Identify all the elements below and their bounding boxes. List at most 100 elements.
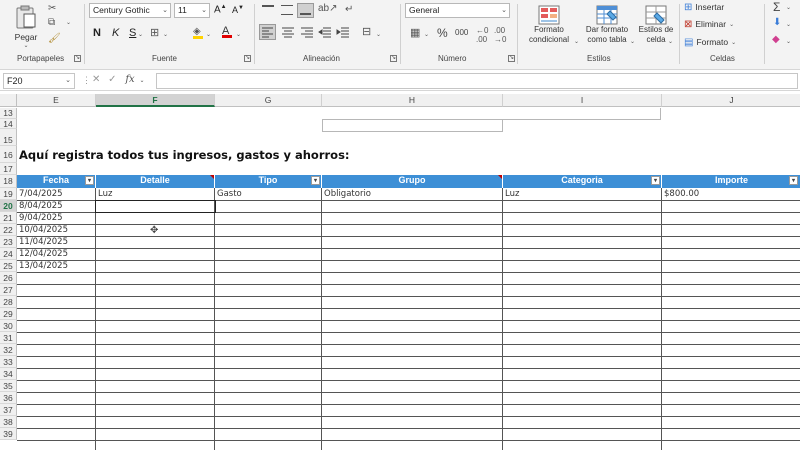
- align-right-icon[interactable]: [300, 25, 314, 39]
- chevron-down-icon[interactable]: ⌄: [138, 31, 143, 38]
- currency-icon[interactable]: ▦: [410, 26, 420, 39]
- clear-icon[interactable]: ◆: [772, 34, 780, 45]
- font-size-combo[interactable]: 11 ⌄: [174, 3, 210, 18]
- decrease-decimal-icon[interactable]: .00 →0: [494, 26, 506, 44]
- row-header[interactable]: 38: [0, 416, 17, 428]
- align-center-icon[interactable]: [281, 25, 295, 39]
- chevron-down-icon[interactable]: ⌄: [236, 31, 241, 38]
- cell-j19[interactable]: $800.00: [662, 188, 800, 200]
- wrap-text-icon[interactable]: ↵: [345, 4, 353, 15]
- copy-icon[interactable]: ⧉: [48, 17, 55, 28]
- table-header-categoria[interactable]: Categoria ▾: [503, 175, 662, 188]
- selected-cell-f20[interactable]: [95, 200, 216, 213]
- cell-g19[interactable]: Gasto: [215, 188, 321, 200]
- cut-icon[interactable]: ✂: [48, 3, 56, 14]
- increase-indent-icon[interactable]: [336, 25, 350, 39]
- filter-dropdown-icon[interactable]: ▾: [651, 176, 660, 185]
- increase-decimal-icon[interactable]: ←0.00: [476, 26, 488, 44]
- cell-f19[interactable]: Luz: [96, 188, 214, 200]
- row-header[interactable]: 21: [0, 212, 17, 224]
- chevron-down-icon[interactable]: ⌄: [786, 38, 791, 45]
- cell-e25[interactable]: 13/04/2025: [17, 260, 95, 272]
- row-header[interactable]: 26: [0, 272, 17, 284]
- align-middle-icon[interactable]: [281, 5, 293, 15]
- enter-icon[interactable]: ✓: [108, 74, 116, 85]
- column-header-e[interactable]: E: [17, 94, 96, 107]
- font-name-combo[interactable]: Century Gothic ⌄: [89, 3, 171, 18]
- fill-icon[interactable]: ⬇: [773, 17, 781, 28]
- cell-e23[interactable]: 11/04/2025: [17, 236, 95, 248]
- table-header-importe[interactable]: Importe ▾: [662, 175, 800, 188]
- chevron-down-icon[interactable]: ⌄: [139, 78, 144, 84]
- row-header[interactable]: 34: [0, 368, 17, 380]
- row-header[interactable]: 20: [0, 200, 17, 212]
- row-header[interactable]: 39: [0, 428, 17, 440]
- chevron-down-icon[interactable]: ⌄: [786, 21, 791, 28]
- chevron-down-icon[interactable]: ⌄: [163, 31, 168, 38]
- chevron-down-icon[interactable]: ⌄: [786, 4, 791, 11]
- filter-dropdown-icon[interactable]: ▾: [311, 176, 320, 185]
- formula-input[interactable]: [156, 73, 798, 89]
- table-header-grupo[interactable]: Grupo: [322, 175, 503, 188]
- chevron-down-icon[interactable]: ⌄: [376, 31, 381, 38]
- cell-h19[interactable]: Obligatorio: [322, 188, 502, 200]
- thousands-separator-button[interactable]: 000: [455, 28, 468, 37]
- format-as-table-button[interactable]: Dar formato como tabla: [578, 0, 636, 50]
- row-header[interactable]: 28: [0, 296, 17, 308]
- font-color-icon[interactable]: A: [222, 25, 232, 38]
- column-header-h[interactable]: H: [322, 94, 503, 107]
- clipboard-launcher-icon[interactable]: ↘: [74, 55, 81, 62]
- autosum-icon[interactable]: Σ: [773, 0, 780, 14]
- align-bottom-icon[interactable]: [297, 3, 314, 18]
- table-header-detalle[interactable]: Detalle: [96, 175, 215, 188]
- row-header[interactable]: 30: [0, 320, 17, 332]
- cell-e20[interactable]: 8/04/2025: [17, 200, 95, 212]
- cell-e24[interactable]: 12/04/2025: [17, 248, 95, 260]
- italic-button[interactable]: K: [112, 27, 119, 39]
- row-header[interactable]: 15: [0, 129, 17, 146]
- name-box[interactable]: F20 ⌄: [3, 73, 75, 89]
- column-header-j[interactable]: J: [662, 94, 800, 107]
- row-header[interactable]: 35: [0, 380, 17, 392]
- number-launcher-icon[interactable]: ↘: [508, 55, 515, 62]
- cancel-icon[interactable]: ✕: [92, 74, 100, 85]
- row-header[interactable]: 29: [0, 308, 17, 320]
- cell-e22[interactable]: 10/04/2025: [17, 224, 95, 236]
- conditional-format-button[interactable]: Formato condicional: [520, 0, 578, 50]
- row-header[interactable]: 24: [0, 248, 17, 260]
- filter-dropdown-icon[interactable]: ▾: [85, 176, 94, 185]
- row-header[interactable]: 22: [0, 224, 17, 236]
- row-header[interactable]: 17: [0, 163, 17, 175]
- filter-dropdown-icon[interactable]: ▾: [789, 176, 798, 185]
- decrease-font-icon[interactable]: A▼: [232, 5, 244, 15]
- number-format-combo[interactable]: General ⌄: [405, 3, 510, 18]
- percent-button[interactable]: %: [437, 26, 448, 40]
- delete-cells-button[interactable]: ⊠ Eliminar ⌄: [684, 17, 734, 31]
- merge-center-icon[interactable]: ⊟: [362, 25, 371, 38]
- underline-button[interactable]: S: [129, 27, 136, 39]
- row-header[interactable]: 33: [0, 356, 17, 368]
- cell-e21[interactable]: 9/04/2025: [17, 212, 95, 224]
- orientation-icon[interactable]: ab↗: [318, 3, 338, 14]
- row-header[interactable]: 14: [0, 119, 17, 129]
- insert-function-button[interactable]: fx: [125, 74, 134, 85]
- row-header[interactable]: 31: [0, 332, 17, 344]
- row-header[interactable]: 36: [0, 392, 17, 404]
- row-header[interactable]: 27: [0, 284, 17, 296]
- row-header[interactable]: 25: [0, 260, 17, 272]
- align-left-button[interactable]: [259, 24, 276, 40]
- row-header[interactable]: 19: [0, 188, 17, 200]
- select-all-corner[interactable]: [0, 94, 17, 107]
- align-top-icon[interactable]: [262, 5, 274, 15]
- cell-i19[interactable]: Luz: [503, 188, 661, 200]
- insert-cells-button[interactable]: ⊞ Insertar: [684, 0, 724, 14]
- row-header[interactable]: 37: [0, 404, 17, 416]
- row-header[interactable]: 13: [0, 108, 17, 119]
- row-header[interactable]: 16: [0, 146, 17, 163]
- borders-icon[interactable]: ⊞: [150, 26, 159, 39]
- paste-button[interactable]: Pegar ⌄: [6, 2, 46, 50]
- chevron-down-icon[interactable]: ⌄: [66, 19, 71, 26]
- bold-button[interactable]: N: [93, 27, 101, 39]
- column-header-i[interactable]: I: [503, 94, 662, 107]
- chevron-down-icon[interactable]: ⌄: [424, 31, 429, 38]
